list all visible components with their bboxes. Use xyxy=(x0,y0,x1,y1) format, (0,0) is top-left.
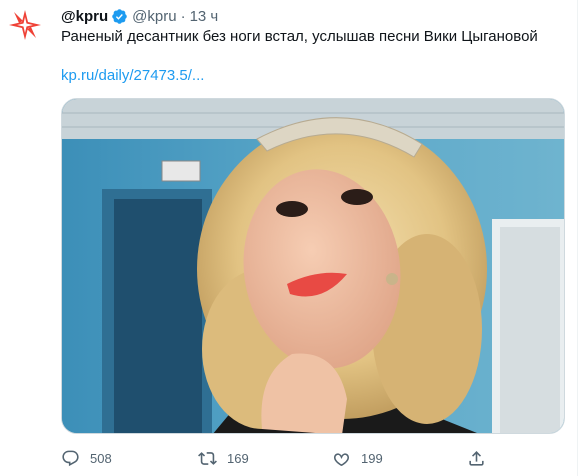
share-button[interactable] xyxy=(467,446,486,470)
verified-badge-icon xyxy=(112,8,127,24)
like-count: 199 xyxy=(361,450,383,466)
heart-icon xyxy=(333,452,350,466)
tweet-timestamp[interactable]: 13 ч xyxy=(190,8,219,25)
reply-count: 508 xyxy=(90,450,112,466)
tweet-media-photo[interactable] xyxy=(61,98,565,434)
retweet-count: 169 xyxy=(227,450,249,466)
tweet-actions: 508 169 199 xyxy=(61,446,541,470)
kp-logo-icon[interactable] xyxy=(8,8,42,42)
separator-dot: · xyxy=(180,7,186,25)
reply-icon xyxy=(62,450,79,466)
retweet-button[interactable]: 169 xyxy=(198,446,249,470)
retweet-icon xyxy=(198,451,217,465)
display-name[interactable]: @kpru xyxy=(61,8,108,25)
photo-illustration xyxy=(62,99,564,433)
timeline-divider xyxy=(577,0,578,476)
tweet[interactable]: @kpru @kpru · 13 ч Раненый десантник без… xyxy=(0,0,582,476)
like-button[interactable]: 199 xyxy=(332,446,383,470)
reply-button[interactable]: 508 xyxy=(61,446,112,470)
user-handle[interactable]: @kpru xyxy=(132,8,176,25)
tweet-text: Раненый десантник без ноги встал, услыша… xyxy=(61,28,538,45)
tweet-header: @kpru @kpru · 13 ч xyxy=(61,6,218,26)
share-icon xyxy=(469,450,484,466)
tweet-link[interactable]: kp.ru/daily/27473.5/... xyxy=(61,66,204,86)
